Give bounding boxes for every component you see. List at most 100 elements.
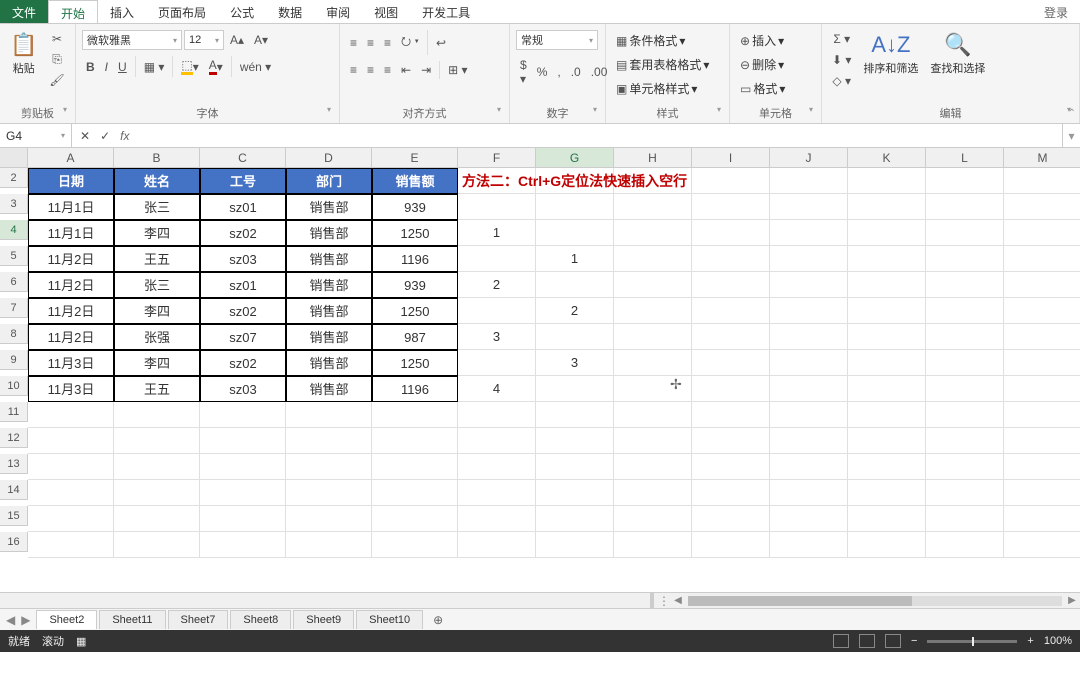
col-header[interactable]: G <box>536 148 614 168</box>
zoom-slider[interactable] <box>927 640 1017 643</box>
cell[interactable] <box>1004 272 1080 298</box>
col-header[interactable]: J <box>770 148 848 168</box>
view-normal-icon[interactable] <box>833 634 849 648</box>
cell[interactable]: 2 <box>458 272 536 298</box>
font-size-select[interactable]: 12▾ <box>184 30 224 50</box>
fill-color-icon[interactable]: ⬚ ▾ <box>177 56 202 77</box>
scroll-left-icon[interactable]: ◀ <box>670 595 686 606</box>
sheet-nav-first-icon[interactable]: ◀ <box>6 613 15 627</box>
cell[interactable]: 11月2日 <box>28 298 114 324</box>
cell[interactable] <box>692 480 770 506</box>
cell[interactable]: 11月3日 <box>28 350 114 376</box>
sheet-split-handle[interactable] <box>650 593 654 608</box>
cell[interactable]: 王五 <box>114 246 200 272</box>
cell[interactable] <box>114 480 200 506</box>
cell[interactable] <box>848 480 926 506</box>
wrap-text-icon[interactable]: ↩ <box>432 34 450 52</box>
underline-button[interactable]: U <box>114 58 131 76</box>
cell[interactable] <box>286 506 372 532</box>
spreadsheet-grid[interactable]: ABCDEFGHIJKLM2日期姓名工号部门销售额方法二：Ctrl+G定位法快速… <box>0 148 1080 608</box>
cell[interactable] <box>770 324 848 350</box>
cell[interactable] <box>1004 168 1080 194</box>
cell[interactable]: 987 <box>372 324 458 350</box>
cell[interactable]: 李四 <box>114 350 200 376</box>
cell[interactable] <box>770 532 848 558</box>
horizontal-scrollbar[interactable]: ⋮ ◀ ▶ <box>0 592 1080 608</box>
align-bottom-icon[interactable]: ≡ <box>380 34 395 52</box>
align-top-icon[interactable]: ≡ <box>346 34 361 52</box>
cell[interactable]: 939 <box>372 272 458 298</box>
row-header[interactable]: 10 <box>0 376 28 396</box>
cell[interactable]: 张强 <box>114 324 200 350</box>
cell[interactable] <box>1004 402 1080 428</box>
cell[interactable] <box>614 480 692 506</box>
cell[interactable] <box>614 454 692 480</box>
cell[interactable] <box>926 428 1004 454</box>
cell[interactable]: 销售部 <box>286 246 372 272</box>
cell[interactable] <box>1004 350 1080 376</box>
sheet-tab[interactable]: Sheet7 <box>168 610 229 629</box>
cell[interactable] <box>372 480 458 506</box>
paste-button[interactable]: 📋 粘贴 <box>6 30 41 78</box>
cell[interactable] <box>458 428 536 454</box>
cell[interactable] <box>1004 246 1080 272</box>
menu-tab-insert[interactable]: 插入 <box>98 0 146 23</box>
inc-decimal-icon[interactable]: .0 <box>567 63 585 81</box>
cell[interactable]: 李四 <box>114 298 200 324</box>
col-header[interactable]: K <box>848 148 926 168</box>
cell[interactable]: 销售部 <box>286 376 372 402</box>
cell[interactable] <box>286 480 372 506</box>
menu-tab-data[interactable]: 数据 <box>266 0 314 23</box>
cell[interactable] <box>28 454 114 480</box>
menu-tab-review[interactable]: 审阅 <box>314 0 362 23</box>
conditional-format-button[interactable]: ▦ 条件格式 ▾ <box>612 30 689 51</box>
currency-icon[interactable]: $ ▾ <box>516 56 531 88</box>
cell[interactable] <box>372 402 458 428</box>
cell[interactable] <box>692 220 770 246</box>
sort-filter-button[interactable]: A↓Z 排序和筛选 <box>859 30 922 78</box>
cell[interactable]: 11月2日 <box>28 246 114 272</box>
align-left-icon[interactable]: ≡ <box>346 61 361 79</box>
clear-icon[interactable]: ◇ ▾ <box>828 72 855 90</box>
cell[interactable]: 3 <box>458 324 536 350</box>
cell[interactable]: sz02 <box>200 220 286 246</box>
select-all-cell[interactable] <box>0 148 28 168</box>
cell[interactable] <box>848 428 926 454</box>
cell[interactable] <box>372 428 458 454</box>
row-header[interactable]: 14 <box>0 480 28 500</box>
cell[interactable] <box>770 246 848 272</box>
cell[interactable] <box>692 402 770 428</box>
row-header[interactable]: 2 <box>0 168 28 188</box>
cell[interactable] <box>692 272 770 298</box>
cell[interactable] <box>458 298 536 324</box>
cell[interactable] <box>200 506 286 532</box>
cell[interactable] <box>848 454 926 480</box>
cell[interactable]: 销售额 <box>372 168 458 194</box>
cell[interactable]: 部门 <box>286 168 372 194</box>
cell[interactable]: 李四 <box>114 220 200 246</box>
merge-icon[interactable]: ⊞ ▾ <box>444 61 471 79</box>
cell[interactable] <box>692 506 770 532</box>
cell[interactable] <box>770 220 848 246</box>
cell[interactable] <box>926 350 1004 376</box>
name-box[interactable]: G4 <box>0 124 72 147</box>
comma-icon[interactable]: , <box>553 63 564 81</box>
cell[interactable] <box>770 428 848 454</box>
cell[interactable] <box>848 350 926 376</box>
align-middle-icon[interactable]: ≡ <box>363 34 378 52</box>
cell[interactable] <box>848 272 926 298</box>
cell[interactable] <box>614 506 692 532</box>
cell[interactable] <box>926 246 1004 272</box>
cell[interactable] <box>286 454 372 480</box>
cell[interactable] <box>200 480 286 506</box>
cell[interactable] <box>848 194 926 220</box>
delete-cells-button[interactable]: ⊖ 删除 ▾ <box>736 54 788 75</box>
cell[interactable] <box>114 428 200 454</box>
cell[interactable]: 王五 <box>114 376 200 402</box>
row-header[interactable]: 8 <box>0 324 28 344</box>
menu-tab-view[interactable]: 视图 <box>362 0 410 23</box>
sheet-nav-last-icon[interactable]: ▶ <box>21 613 30 627</box>
cell[interactable] <box>458 532 536 558</box>
italic-button[interactable]: I <box>101 58 112 76</box>
cell[interactable] <box>536 402 614 428</box>
